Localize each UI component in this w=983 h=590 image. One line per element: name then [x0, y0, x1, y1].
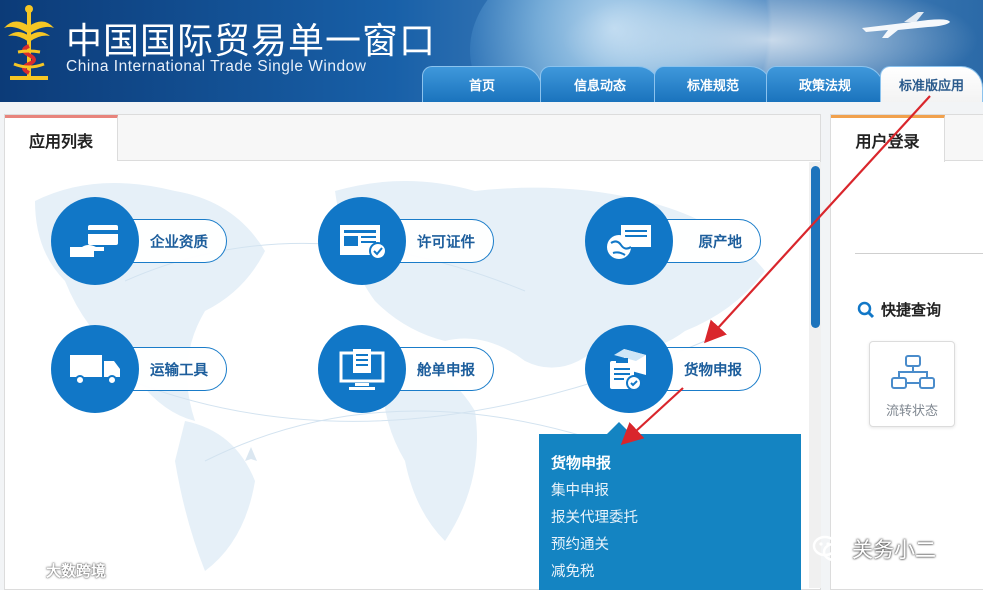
customs-emblem-icon[interactable] — [0, 2, 58, 90]
tab-standard-apps[interactable]: 标准版应用 — [880, 66, 983, 102]
airplane-icon — [245, 447, 257, 461]
tab-user-login[interactable]: 用户登录 — [831, 115, 945, 162]
tab-policies[interactable]: 政策法规 — [766, 66, 884, 102]
app-license-certificates[interactable]: 许可证件 — [318, 197, 498, 287]
scrollbar-thumb[interactable] — [811, 166, 820, 328]
watermark-left: 大数跨境 — [6, 560, 106, 581]
tab-news[interactable]: 信息动态 — [540, 66, 660, 102]
dropdown-item-customs-agent-entrustment[interactable]: 报关代理委托 — [551, 506, 638, 527]
tab-home[interactable]: 首页 — [422, 66, 542, 102]
cargo-clipboard-icon — [610, 349, 646, 391]
tab-app-list[interactable]: 应用列表 — [5, 115, 118, 162]
wechat-icon — [812, 535, 846, 562]
main-nav: 首页 信息动态 标准规范 政策法规 标准版应用 — [420, 66, 983, 102]
app-origin[interactable]: 原产地 — [585, 197, 765, 287]
tab-standards[interactable]: 标准规范 — [654, 66, 772, 102]
network-flow-icon — [891, 355, 935, 389]
dropdown-item-appointment-clearance[interactable]: 预约通关 — [551, 533, 609, 554]
card-hand-icon — [70, 225, 118, 257]
dropdown-item-tax-exemption[interactable]: 减免税 — [551, 560, 595, 581]
site-header: 中国国际贸易单一窗口 China International Trade Sin… — [0, 0, 983, 102]
app-transport-vehicles[interactable]: 运输工具 — [51, 325, 231, 415]
site-title-en: China International Trade Single Window — [66, 58, 367, 75]
globe-document-icon — [607, 225, 651, 259]
app-enterprise-qualification[interactable]: 企业资质 — [51, 197, 231, 287]
app-manifest-declaration[interactable]: 舱单申报 — [318, 325, 498, 415]
truck-icon — [70, 355, 120, 385]
divider — [855, 253, 983, 254]
user-login-panel: 用户登录 快捷查询 流转状态 — [830, 114, 983, 590]
certificate-icon — [340, 225, 387, 260]
search-icon — [857, 301, 875, 318]
app-goods-declaration[interactable]: 货物申报 — [585, 325, 765, 415]
scrollbar[interactable] — [809, 162, 821, 588]
watermark-right: 关务小二 — [812, 534, 936, 564]
quick-query-heading: 快捷查询 — [857, 299, 941, 320]
monitor-document-icon — [339, 349, 385, 390]
flow-status-label: 流转状态 — [885, 404, 938, 419]
flow-status-button[interactable]: 流转状态 — [869, 341, 955, 427]
goods-declaration-dropdown: 货物申报 集中申报 报关代理委托 预约通关 减免税 — [539, 422, 801, 590]
quick-query-label: 快捷查询 — [881, 301, 942, 319]
dropdown-header[interactable]: 货物申报 — [551, 452, 611, 473]
dropdown-item-centralized-declaration[interactable]: 集中申报 — [551, 479, 609, 500]
site-title-cn: 中国国际贸易单一窗口 — [66, 21, 437, 62]
brand-logo-icon — [8, 565, 40, 577]
airplane-icon — [862, 12, 950, 38]
